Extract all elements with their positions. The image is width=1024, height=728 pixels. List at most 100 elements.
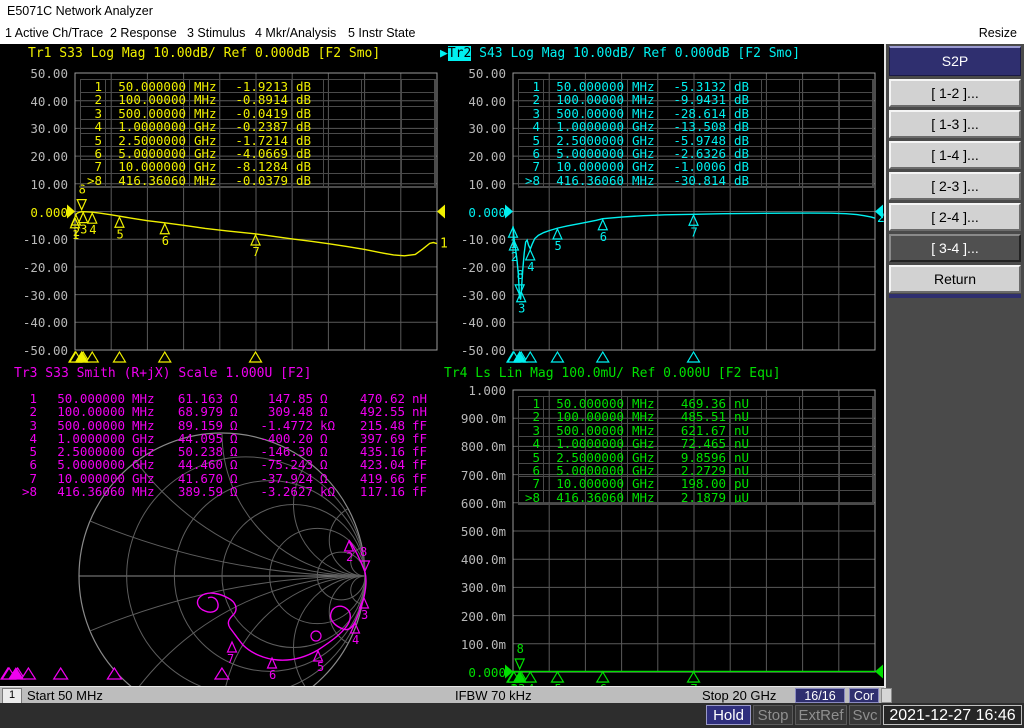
y-axis-label: 300.0m bbox=[460, 580, 506, 596]
marker-row: 5 2.5000000 GHz 50.238 Ω -146.30 Ω 435.16 fF bbox=[29, 445, 428, 459]
y-axis-label: 900.0m bbox=[460, 411, 506, 427]
svg-text:7: 7 bbox=[227, 652, 234, 666]
svg-text:5: 5 bbox=[317, 660, 324, 674]
svg-text:4: 4 bbox=[352, 633, 359, 647]
marker-row: 3 500.00000 MHz -28.614 dB bbox=[519, 106, 873, 121]
svg-text:6: 6 bbox=[600, 230, 607, 244]
y-axis-label: 200.0m bbox=[460, 608, 506, 624]
softkey-1-3[interactable]: [ 1-3 ]... bbox=[889, 110, 1021, 138]
svg-text:8: 8 bbox=[360, 545, 367, 559]
svg-text:4: 4 bbox=[89, 223, 96, 237]
app-window: E5071C Network Analyzer Resize 1 Active … bbox=[0, 0, 1024, 728]
svg-text:8: 8 bbox=[517, 642, 524, 656]
menu-item-5[interactable]: 5 Instr State bbox=[348, 22, 415, 44]
y-axis-label: 0.000 bbox=[468, 204, 506, 220]
marker-row: >8 416.36060 MHz -30.814 dB bbox=[519, 173, 873, 188]
status-spacer-box bbox=[881, 688, 892, 703]
svg-text:3: 3 bbox=[80, 223, 87, 237]
marker-row: 1 50.000000 MHz -1.9213 dB bbox=[81, 80, 435, 94]
marker-row: 6 5.0000000 GHz 2.2729 nU bbox=[519, 463, 873, 478]
marker-row: 5 2.5000000 GHz 9.8596 nU bbox=[519, 450, 873, 464]
marker-row: 4 1.0000000 GHz -0.2387 dB bbox=[81, 120, 435, 134]
menu-item-2[interactable]: 2 Response bbox=[110, 22, 177, 44]
correction-badge: Cor bbox=[849, 688, 879, 703]
softkey-return[interactable]: Return bbox=[889, 265, 1021, 293]
tr1-marker-table: 1 50.000000 MHz -1.9213 dB 2 100.00000 MHz -0.89… bbox=[80, 79, 436, 189]
y-axis-label: 10.00 bbox=[468, 176, 506, 192]
ifbw-label: IFBW 70 kHz bbox=[455, 688, 532, 703]
y-axis-label: -30.00 bbox=[22, 287, 68, 303]
svg-text:7: 7 bbox=[691, 225, 698, 239]
menu-item-4[interactable]: 4 Mkr/Analysis bbox=[255, 22, 336, 44]
marker-row: >8 416.36060 MHz 2.1879 µU bbox=[519, 490, 873, 505]
marker-row: 1 50.000000 MHz 61.163 Ω 147.85 Ω 470.62 nH bbox=[29, 392, 428, 406]
menu-item-1[interactable]: 1 Active Ch/Trace bbox=[5, 22, 103, 44]
menu-item-3[interactable]: 3 Stimulus bbox=[187, 22, 245, 44]
softkey-2-3[interactable]: [ 2-3 ]... bbox=[889, 172, 1021, 200]
softkey-sidebar: S2P [ 1-2 ]... [ 1-3 ]... [ 1-4 ]... [ 2-3 … bbox=[884, 44, 1024, 703]
svg-text:3: 3 bbox=[361, 608, 368, 622]
svg-text:2: 2 bbox=[73, 225, 80, 239]
svg-text:2: 2 bbox=[877, 211, 884, 226]
y-axis-label: 40.00 bbox=[468, 93, 506, 109]
y-axis-label: 40.00 bbox=[30, 93, 68, 109]
svg-text:7: 7 bbox=[253, 245, 260, 259]
marker-row: >8 416.36060 MHz -0.0379 dB bbox=[81, 173, 435, 188]
marker-row: 7 10.000000 GHz 198.00 pU bbox=[519, 477, 873, 491]
y-axis-label: 600.0m bbox=[460, 495, 506, 511]
y-axis-label: -10.00 bbox=[460, 232, 506, 248]
svg-text:8: 8 bbox=[517, 268, 524, 282]
sweep-count-badge: 16/16 bbox=[795, 688, 845, 703]
marker-row: 3 500.00000 MHz 89.159 Ω -1.4772 kΩ 215.48 fF bbox=[29, 418, 428, 432]
hold-status-badge: Hold bbox=[706, 705, 751, 725]
y-axis-label: 0.000 bbox=[30, 204, 68, 220]
svg-text:2: 2 bbox=[346, 550, 353, 564]
y-axis-label: -20.00 bbox=[460, 259, 506, 275]
y-axis-label: 500.0m bbox=[460, 524, 506, 539]
y-axis-label: 1.000 bbox=[468, 383, 506, 398]
instrument-taskbar: Hold Stop ExtRef Svc 2021-12-27 16:46 bbox=[0, 703, 1024, 728]
softkey-divider bbox=[889, 294, 1021, 298]
menu-bar: Resize 1 Active Ch/Trace 2 Response 3 Stim… bbox=[0, 22, 1024, 44]
marker-row: 6 5.0000000 GHz 44.460 Ω -75.243 Ω 423.04 fF bbox=[29, 458, 428, 472]
marker-row: 6 5.0000000 GHz -4.0669 dB bbox=[81, 146, 435, 161]
marker-row: 6 5.0000000 GHz -2.6326 dB bbox=[519, 146, 873, 161]
svg-text:4: 4 bbox=[527, 260, 534, 274]
marker-row: 2 100.00000 MHz 68.979 Ω 309.48 Ω 492.55 nH bbox=[29, 405, 428, 419]
y-axis-label: -10.00 bbox=[22, 232, 68, 248]
softkey-3-4[interactable]: [ 3-4 ]... bbox=[889, 234, 1021, 262]
marker-row: 1 50.000000 MHz 469.36 nU bbox=[519, 397, 873, 411]
y-axis-label: 50.00 bbox=[468, 66, 506, 81]
ref-level-arrow bbox=[505, 204, 513, 219]
y-axis-label: 30.00 bbox=[468, 121, 506, 137]
start-frequency-label: Start 50 MHz bbox=[27, 688, 103, 703]
svg-text:2: 2 bbox=[511, 250, 518, 264]
marker-row: 3 500.00000 MHz -0.0419 dB bbox=[81, 106, 435, 121]
title-bar: E5071C Network Analyzer bbox=[0, 0, 1024, 22]
menu-item-resize[interactable]: Resize bbox=[979, 22, 1017, 44]
marker-row: 5 2.5000000 GHz -5.9748 dB bbox=[519, 133, 873, 147]
marker-row: 3 500.00000 MHz 621.67 nU bbox=[519, 423, 873, 438]
marker-row: 4 1.0000000 GHz 72.465 nU bbox=[519, 437, 873, 451]
softkey-2-4[interactable]: [ 2-4 ]... bbox=[889, 203, 1021, 231]
marker-row: 2 100.00000 MHz 485.51 nU bbox=[519, 410, 873, 424]
marker-row: 7 10.000000 GHz -1.0006 dB bbox=[519, 160, 873, 174]
window-title: E5071C Network Analyzer bbox=[7, 4, 153, 18]
marker-row: 4 1.0000000 GHz 44.095 Ω -400.20 Ω 397.69 fF bbox=[29, 431, 428, 446]
marker-row: 1 50.000000 MHz -5.3132 dB bbox=[519, 80, 873, 94]
ref-level-arrow bbox=[67, 204, 75, 219]
softkey-menu-title: S2P bbox=[889, 46, 1021, 76]
y-axis-label: 50.00 bbox=[30, 66, 68, 81]
tr4-marker-table: 1 50.000000 MHz 469.36 nU 2 100.00000 MHz 485.51… bbox=[518, 396, 874, 506]
softkey-1-4[interactable]: [ 1-4 ]... bbox=[889, 141, 1021, 169]
marker-row: 5 2.5000000 GHz -1.7214 dB bbox=[81, 133, 435, 147]
y-axis-label: 10.00 bbox=[30, 176, 68, 192]
marker-row: 7 10.000000 GHz -8.1284 dB bbox=[81, 160, 435, 174]
stop-status-badge: Stop bbox=[753, 705, 793, 725]
marker-row: >8 416.36060 MHz 389.59 Ω -3.2627 kΩ 117.16 fF bbox=[21, 485, 428, 499]
svg-text:3: 3 bbox=[518, 302, 525, 316]
marker-row: 2 100.00000 MHz -9.9431 dB bbox=[519, 93, 873, 107]
softkey-1-2[interactable]: [ 1-2 ]... bbox=[889, 79, 1021, 107]
y-axis-label: 100.0m bbox=[460, 636, 506, 652]
y-axis-label: -20.00 bbox=[22, 259, 68, 275]
